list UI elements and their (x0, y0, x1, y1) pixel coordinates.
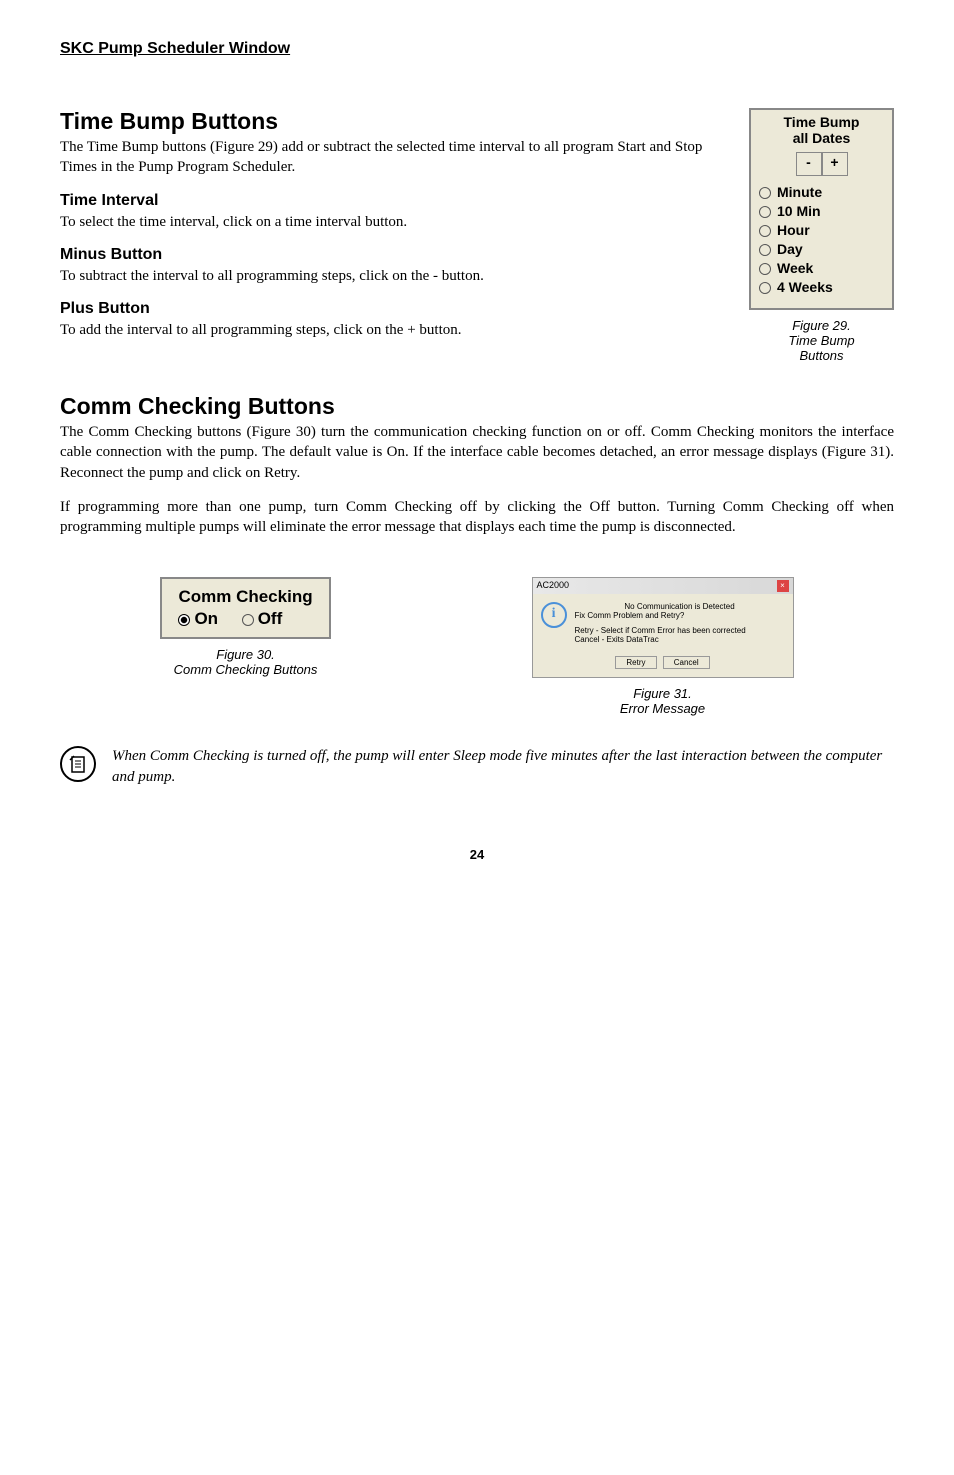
fig31-line1: Figure 31. (633, 686, 692, 701)
info-icon: i (541, 602, 567, 628)
error-line1: No Communication is Detected (575, 602, 785, 611)
time-bump-title-1: Time Bump (784, 114, 860, 130)
page-number: 24 (60, 847, 894, 862)
error-title: AC2000 (537, 580, 570, 592)
radio-icon (759, 282, 771, 294)
time-bump-panel-title: Time Bump all Dates (759, 114, 884, 146)
radio-label: Minute (777, 184, 822, 200)
radio-label: Day (777, 241, 803, 257)
minus-button-text: To subtract the interval to all programm… (60, 266, 719, 286)
radio-minute[interactable]: Minute (759, 184, 884, 200)
plus-button[interactable]: + (822, 152, 848, 176)
fig29-line1: Figure 29. (792, 318, 851, 333)
error-buttons: Retry Cancel (533, 652, 793, 677)
radio-icon (759, 206, 771, 218)
time-bump-heading: Time Bump Buttons (60, 108, 719, 135)
figure-30-caption: Figure 30. Comm Checking Buttons (160, 647, 330, 677)
minus-button-heading: Minus Button (60, 246, 719, 264)
time-interval-text: To select the time interval, click on a … (60, 212, 719, 232)
minus-button[interactable]: - (796, 152, 822, 176)
comm-checking-heading: Comm Checking Buttons (60, 393, 894, 420)
plus-button-text: To add the interval to all programming s… (60, 320, 719, 340)
figure-31-caption: Figure 31. Error Message (532, 686, 794, 716)
note-text: When Comm Checking is turned off, the pu… (112, 746, 894, 787)
fig29-line3: Buttons (799, 348, 843, 363)
clipboard-icon (68, 754, 88, 774)
figure-31-block: AC2000 × i No Communication is Detected … (532, 577, 794, 716)
plus-button-heading: Plus Button (60, 300, 719, 318)
error-line4: Cancel - Exits DataTrac (575, 635, 785, 644)
radio-icon (759, 244, 771, 256)
off-label: Off (258, 609, 283, 628)
radio-icon (759, 225, 771, 237)
comm-checking-title: Comm Checking (178, 587, 312, 607)
time-bump-intro: The Time Bump buttons (Figure 29) add or… (60, 137, 719, 178)
radio-label: 4 Weeks (777, 279, 833, 295)
note-row: When Comm Checking is turned off, the pu… (60, 746, 894, 787)
side-column: Time Bump all Dates -+ Minute 10 Min Hou… (749, 108, 894, 363)
radio-4weeks[interactable]: 4 Weeks (759, 279, 884, 295)
fig31-line2: Error Message (620, 701, 705, 716)
fig30-line2: Comm Checking Buttons (174, 662, 318, 677)
figure-29-caption: Figure 29. Time Bump Buttons (749, 318, 894, 363)
figure-30-block: Comm Checking On Off Figure 30. Comm Che… (160, 577, 330, 677)
radio-hour[interactable]: Hour (759, 222, 884, 238)
time-interval-heading: Time Interval (60, 192, 719, 210)
error-body: i No Communication is Detected Fix Comm … (533, 594, 793, 652)
error-text: No Communication is Detected Fix Comm Pr… (575, 602, 785, 644)
radio-day[interactable]: Day (759, 241, 884, 257)
time-bump-panel: Time Bump all Dates -+ Minute 10 Min Hou… (749, 108, 894, 310)
fig30-line1: Figure 30. (216, 647, 275, 662)
radio-label: Hour (777, 222, 810, 238)
error-line3: Retry - Select if Comm Error has been co… (575, 626, 785, 635)
radio-on-icon[interactable] (178, 614, 190, 626)
time-bump-title-2: all Dates (793, 130, 851, 146)
radio-icon (759, 187, 771, 199)
comm-checking-para1: The Comm Checking buttons (Figure 30) tu… (60, 422, 894, 483)
comm-options: On Off (178, 609, 312, 629)
radio-week[interactable]: Week (759, 260, 884, 276)
retry-button[interactable]: Retry (615, 656, 656, 669)
figures-row: Comm Checking On Off Figure 30. Comm Che… (60, 577, 894, 716)
close-icon[interactable]: × (777, 580, 789, 592)
error-titlebar: AC2000 × (533, 578, 793, 594)
on-label: On (194, 609, 218, 628)
main-column: Time Bump Buttons The Time Bump buttons … (60, 108, 719, 363)
error-line2: Fix Comm Problem and Retry? (575, 611, 785, 620)
radio-icon (759, 263, 771, 275)
cancel-button[interactable]: Cancel (663, 656, 710, 669)
comm-checking-para2: If programming more than one pump, turn … (60, 497, 894, 538)
radio-10min[interactable]: 10 Min (759, 203, 884, 219)
note-icon (60, 746, 96, 782)
radio-off-icon[interactable] (242, 614, 254, 626)
comm-checking-panel: Comm Checking On Off (160, 577, 330, 639)
fig29-line2: Time Bump (788, 333, 854, 348)
radio-label: 10 Min (777, 203, 821, 219)
page-header: SKC Pump Scheduler Window (60, 40, 894, 58)
plus-minus-row: -+ (759, 152, 884, 176)
error-dialog: AC2000 × i No Communication is Detected … (532, 577, 794, 678)
radio-label: Week (777, 260, 813, 276)
